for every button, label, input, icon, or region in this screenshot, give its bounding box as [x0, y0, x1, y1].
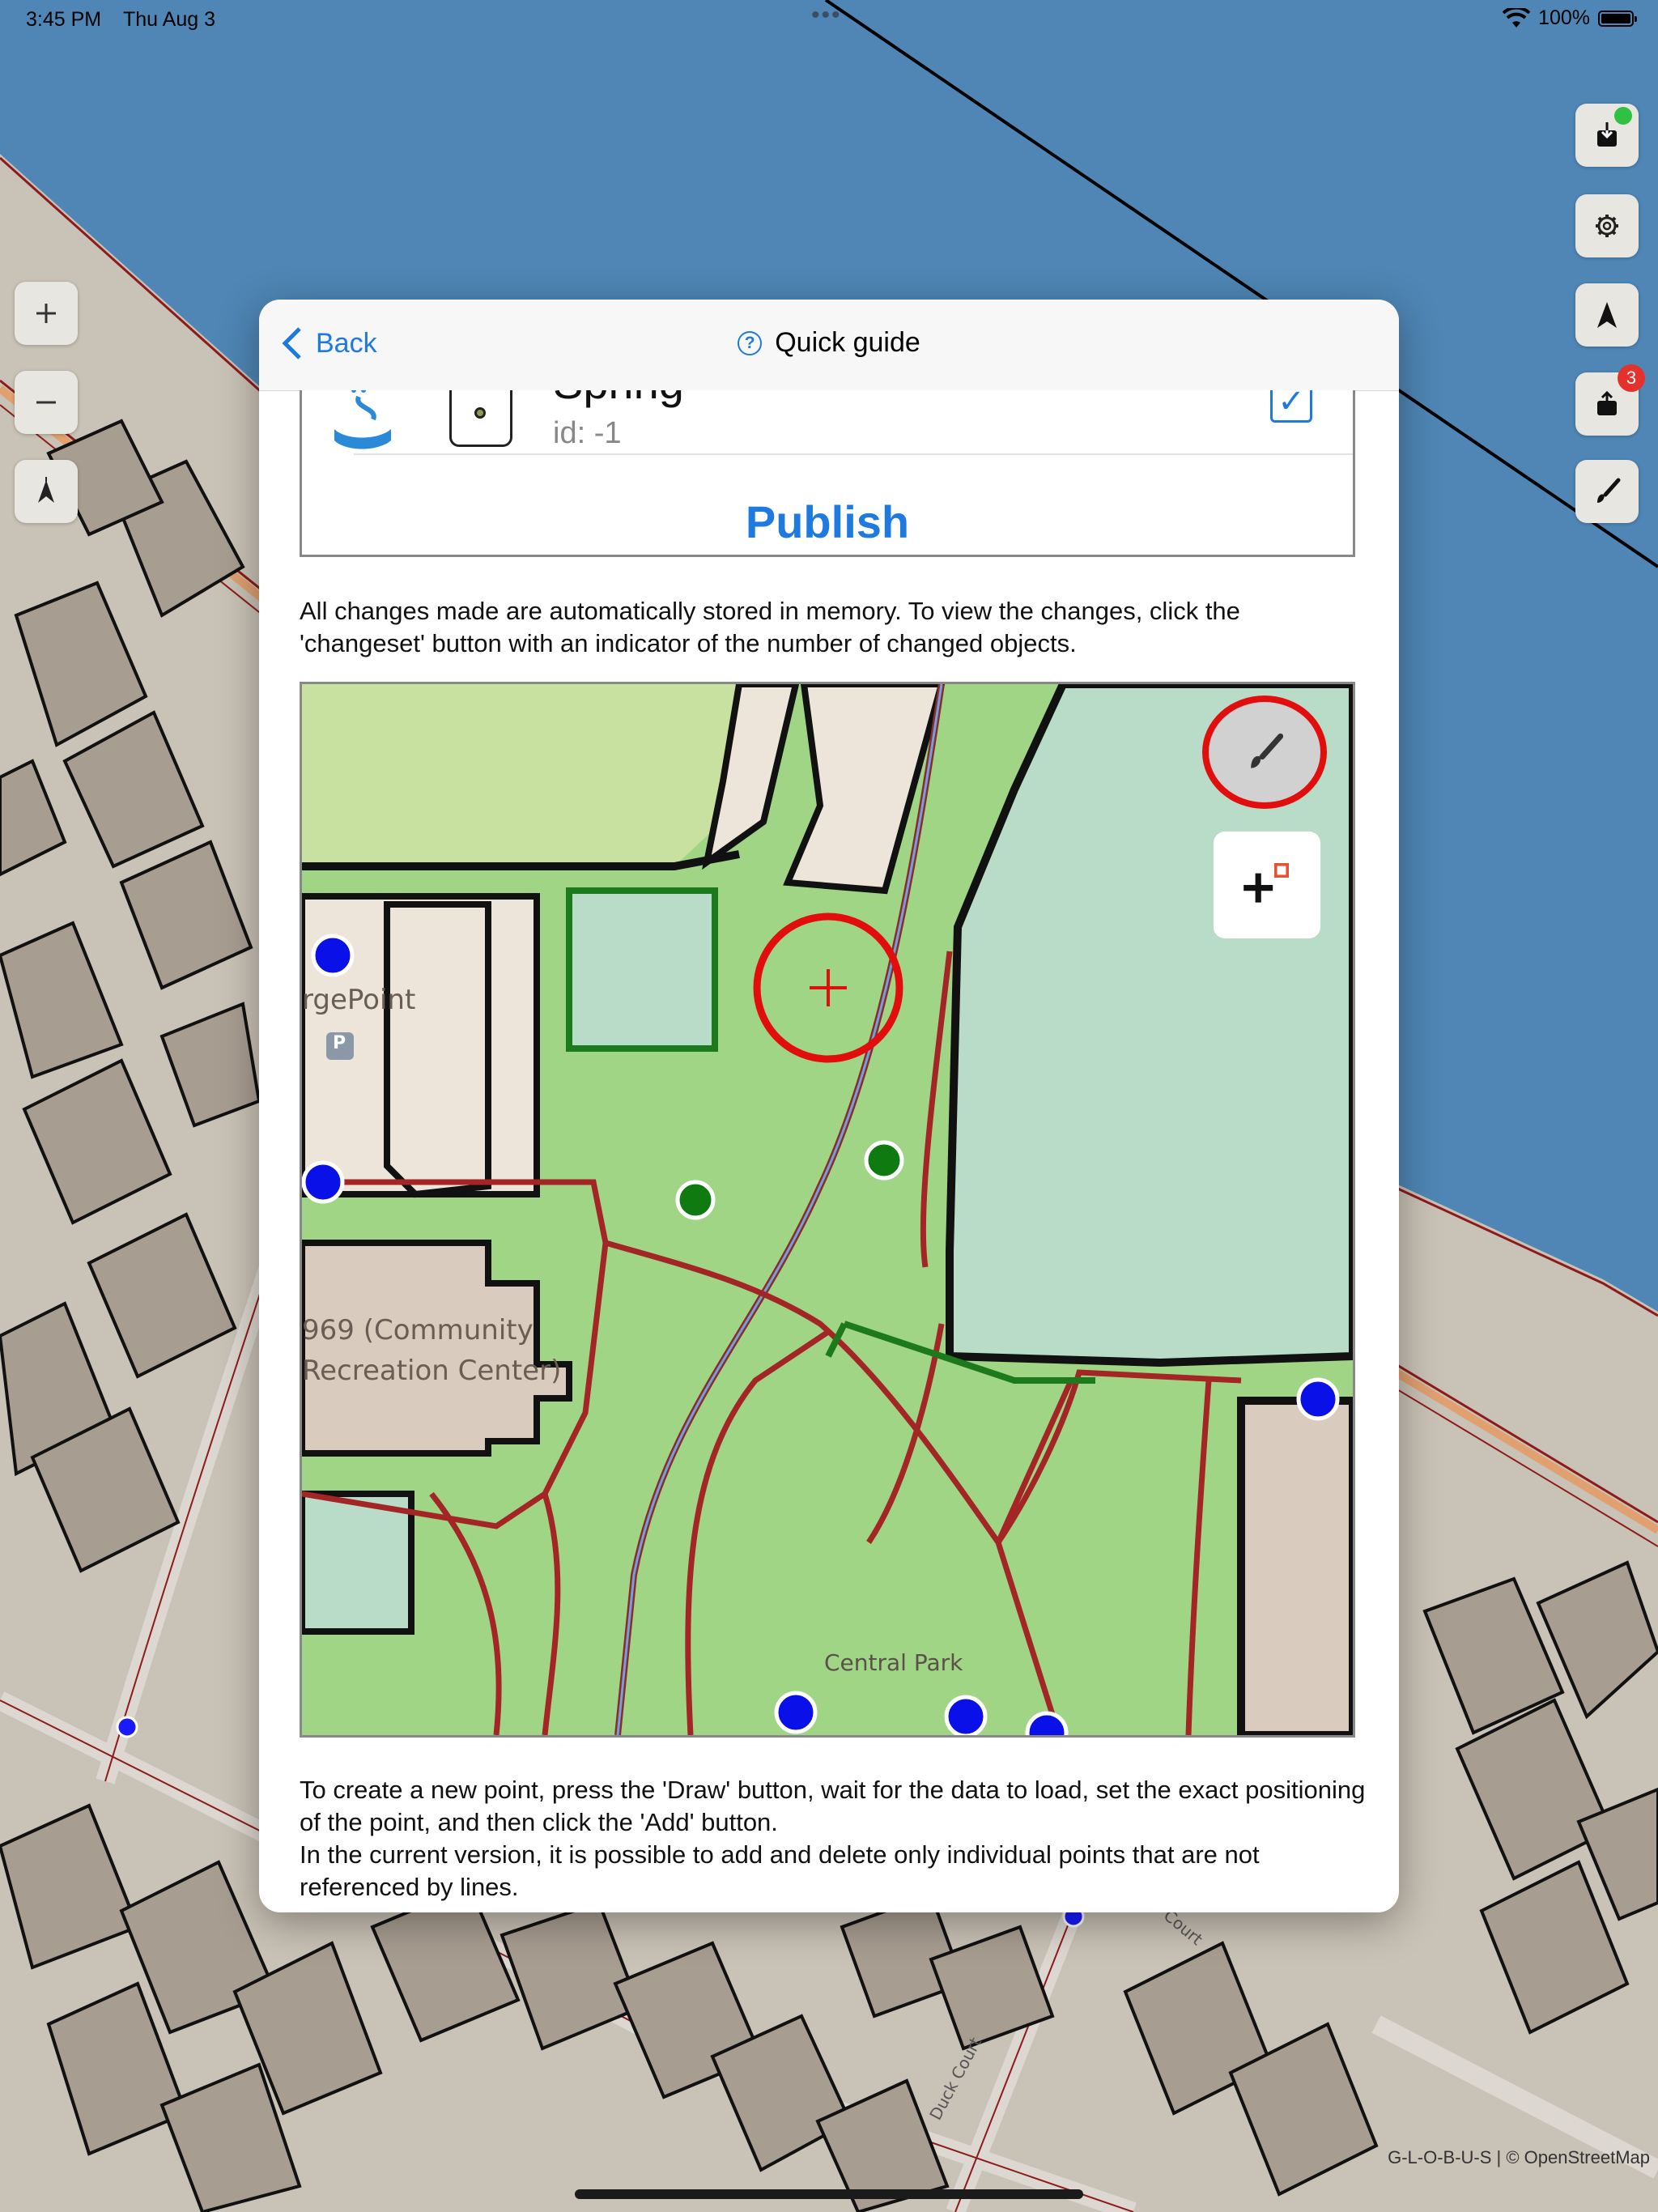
- settings-button[interactable]: [1575, 194, 1639, 257]
- guide-paragraph-changeset: All changes made are automatically store…: [300, 597, 1240, 657]
- compass-north-icon: [38, 477, 54, 503]
- status-date: Thu Aug 3: [123, 8, 215, 31]
- paintbrush-icon: [1251, 733, 1284, 768]
- zoom-in-button[interactable]: [15, 282, 78, 345]
- guide-scroll-content[interactable]: Spring id: -1 ✓ Publish All changes made…: [259, 390, 1399, 1912]
- guide-paragraph-draw-line2: In the current version, it is possible t…: [300, 1840, 1260, 1901]
- changeset-count-badge: 3: [1618, 364, 1645, 392]
- map-label-central-park: Central Park: [824, 1649, 963, 1676]
- map-label-chargepoint: rgePoint: [302, 984, 416, 1016]
- gear-icon: [1596, 215, 1618, 237]
- sync-status-badge: [1614, 107, 1632, 125]
- add-point-icon: [1244, 863, 1289, 903]
- compass-button[interactable]: [15, 460, 78, 523]
- node-type-icon: [449, 390, 512, 447]
- map-label-community-1: 969 (Community: [302, 1314, 534, 1346]
- paintbrush-icon: [1597, 478, 1621, 503]
- question-circle-icon: ?: [738, 330, 763, 355]
- zoom-out-button[interactable]: [15, 371, 78, 434]
- draw-guide-screenshot: rgePoint P 969 (Community Recreation Cen…: [300, 682, 1355, 1738]
- guide-paragraph-draw: To create a new point, press the 'Draw' …: [300, 1774, 1368, 1904]
- feature-checkbox: ✓: [1270, 390, 1312, 423]
- modal-header: Back ? Quick guide: [259, 300, 1399, 391]
- parking-label: P: [333, 1033, 346, 1053]
- multitasking-dots-icon[interactable]: •••: [811, 2, 842, 29]
- modal-title: Quick guide: [775, 327, 920, 358]
- minus-icon: [36, 401, 56, 404]
- map-label-community-2: Recreation Center): [302, 1355, 562, 1387]
- changeset-list-item: Spring id: -1 ✓: [302, 390, 1353, 474]
- battery-icon: [1598, 10, 1637, 27]
- add-button-example: [1214, 832, 1320, 938]
- status-time: 3:45 PM: [26, 8, 102, 31]
- guide-map-image: [302, 684, 1353, 1735]
- changeset-button[interactable]: 3: [1575, 364, 1645, 436]
- battery-percent: 100%: [1538, 6, 1590, 29]
- home-indicator[interactable]: [575, 2189, 1083, 2199]
- wifi-icon: [1503, 7, 1531, 28]
- status-bar: 3:45 PM Thu Aug 3 ••• 100%: [0, 0, 1658, 39]
- publish-button-example: Publish: [745, 496, 910, 547]
- plus-icon: [36, 304, 56, 323]
- quick-guide-modal: Back ? Quick guide Spring id: -1: [259, 300, 1399, 1912]
- changeset-screenshot: Spring id: -1 ✓ Publish: [300, 390, 1355, 557]
- location-button[interactable]: [1575, 283, 1639, 347]
- download-button[interactable]: [1575, 104, 1639, 167]
- spring-icon: [334, 390, 391, 449]
- map-attribution[interactable]: G-L-O-B-U-S | © OpenStreetMap: [1388, 2147, 1650, 2168]
- draw-button[interactable]: [1575, 460, 1639, 523]
- navigation-arrow-icon: [1597, 302, 1617, 328]
- draw-button-example: [1202, 696, 1327, 809]
- upload-icon: [1597, 390, 1617, 415]
- download-icon: [1597, 122, 1617, 147]
- feature-id: id: -1: [553, 416, 622, 450]
- guide-paragraph-draw-line1: To create a new point, press the 'Draw' …: [300, 1776, 1366, 1836]
- feature-name: Spring: [553, 390, 684, 409]
